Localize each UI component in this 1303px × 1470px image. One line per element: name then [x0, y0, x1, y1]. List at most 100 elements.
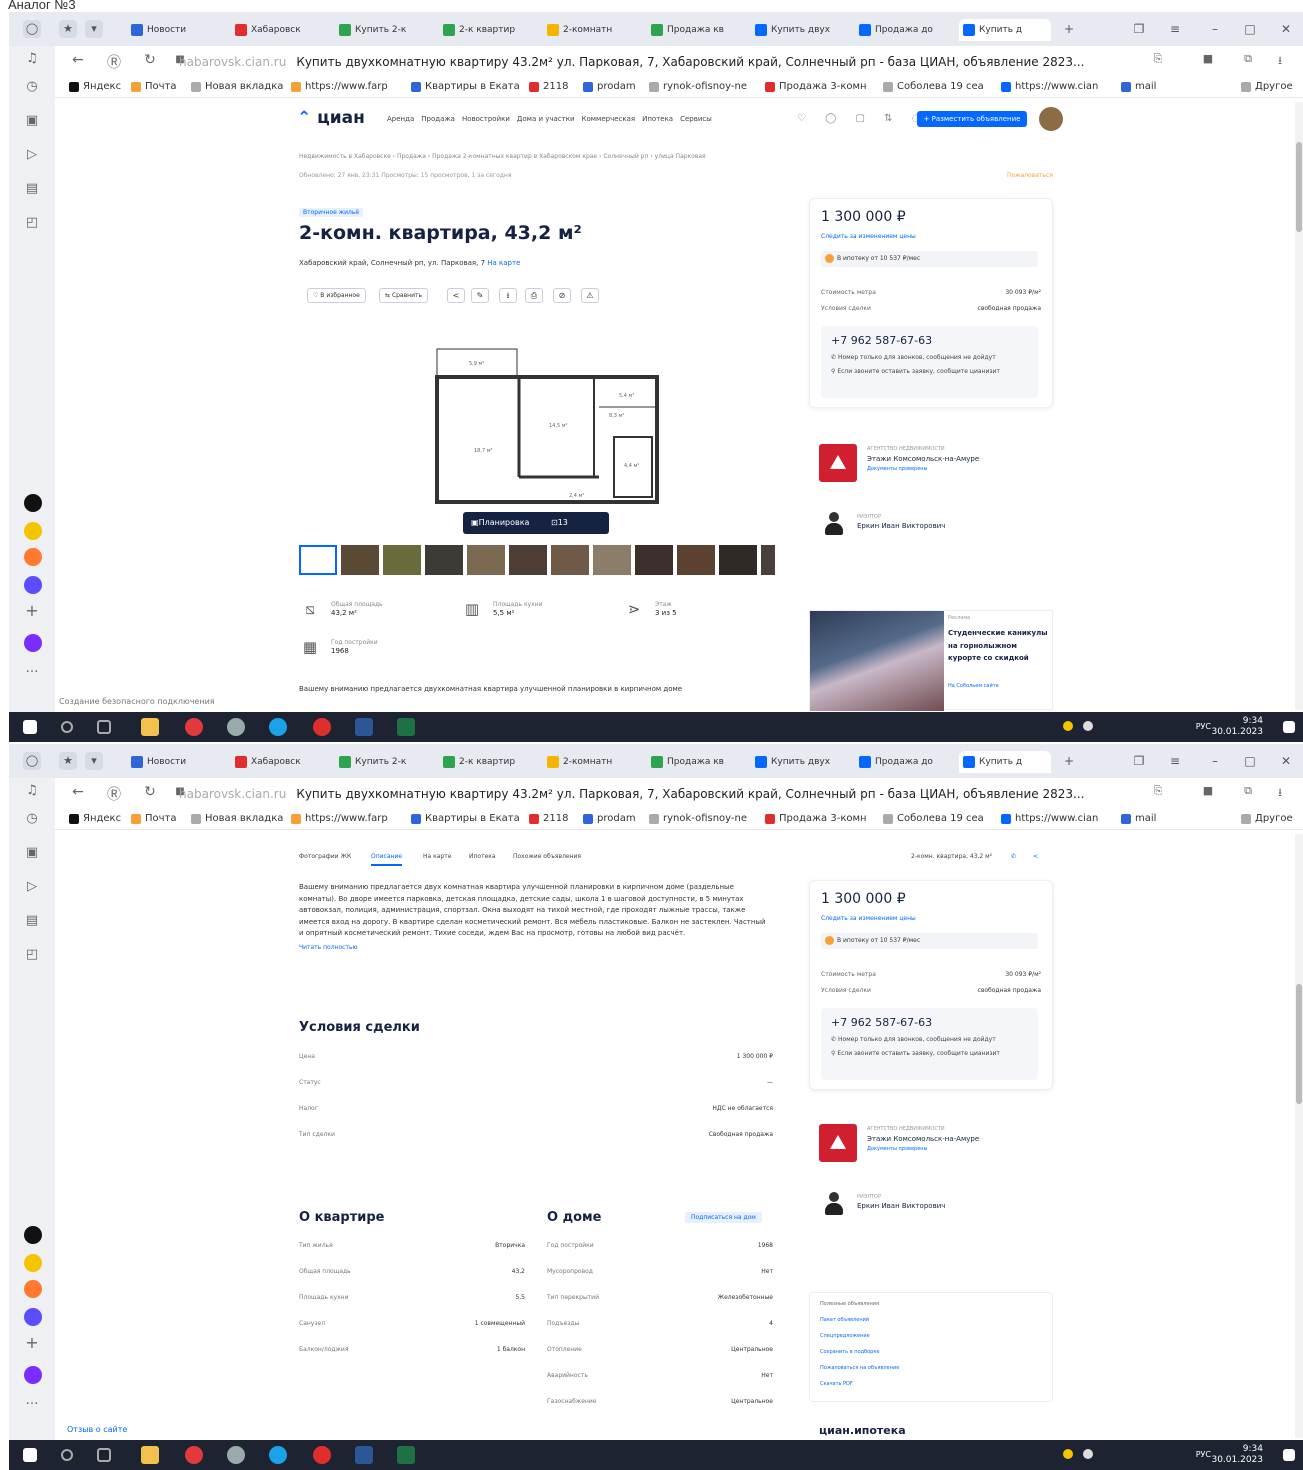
bookmark-item[interactable]: Почта	[131, 811, 177, 827]
thumb-photo[interactable]	[677, 545, 715, 575]
minimize-button[interactable]: –	[1204, 751, 1226, 771]
photos-tab[interactable]: ⊡ 13 фото	[551, 512, 579, 549]
play-icon[interactable]: ▷	[23, 878, 41, 896]
word-icon[interactable]	[355, 1446, 373, 1464]
app-icon[interactable]	[227, 718, 245, 736]
browser-tab[interactable]: Хабаровск	[231, 751, 323, 773]
breadcrumb[interactable]: Недвижимость в Хабаровске › Продажа › Пр…	[299, 153, 706, 160]
download-icon[interactable]: ⭳	[1271, 52, 1289, 71]
scrollbar[interactable]	[1295, 834, 1303, 1438]
bookmarks-window-icon[interactable]: ❐	[1128, 19, 1150, 39]
thumb-photo[interactable]	[509, 545, 547, 575]
scrollbar[interactable]	[1295, 102, 1303, 710]
edge-icon[interactable]	[269, 718, 287, 736]
bookmark-item[interactable]: mail	[1121, 811, 1156, 827]
edge-icon[interactable]	[269, 1446, 287, 1464]
download-icon[interactable]: ⭳	[1271, 784, 1289, 803]
tray-icon[interactable]	[1083, 721, 1093, 731]
yandex-browser-icon[interactable]	[185, 718, 203, 736]
collections-icon[interactable]: ▣	[23, 844, 41, 862]
reload-icon[interactable]: ↻	[141, 784, 159, 800]
price-watch-link[interactable]: Следить за изменением цены	[821, 915, 916, 922]
notifications-icon[interactable]: ♫	[23, 50, 41, 68]
app-icon-4[interactable]	[24, 1308, 42, 1326]
close-window-button[interactable]: ✕	[1275, 751, 1297, 771]
place-ad-button[interactable]: + Разместить объявление	[917, 111, 1027, 127]
phone-number[interactable]: +7 962 587-67-63	[831, 334, 932, 347]
more-icon[interactable]: …	[23, 1392, 41, 1410]
ad-banner[interactable]: Реклама Студенческие каникулы на горнолы…	[809, 610, 1053, 711]
tab-menu-icon[interactable]: ★	[59, 752, 77, 770]
header-icons[interactable]: ♡ ◯ ▢ ⇅ ◌	[797, 113, 928, 124]
quick-link[interactable]: Спецпредложение	[820, 1333, 870, 1339]
extensions-icon[interactable]: ⧉	[1239, 52, 1257, 66]
thumb-photo[interactable]	[383, 545, 421, 575]
tab-menu-icon[interactable]: ★	[59, 20, 77, 38]
browser-tab[interactable]: Продажа кв	[647, 19, 739, 41]
yandex-browser-icon[interactable]	[185, 1446, 203, 1464]
browser-tab[interactable]: Купить д	[959, 19, 1051, 41]
collections-icon[interactable]: ▣	[23, 112, 41, 130]
phone-box[interactable]: +7 962 587-67-63 ✆ Номер только для звон…	[821, 326, 1038, 398]
maximize-button[interactable]: □	[1239, 19, 1261, 39]
app-icon-3[interactable]	[24, 1280, 42, 1298]
profile-icon[interactable]: ◯	[23, 752, 41, 770]
reader-icon[interactable]: ⎘	[1149, 52, 1167, 66]
read-more-link[interactable]: Читать полностью	[299, 944, 358, 951]
menu-icon[interactable]: ≡	[1164, 19, 1186, 39]
browser-tab[interactable]: Купить д	[959, 751, 1051, 773]
agency-name[interactable]: Этажи Комсомольск-на-Амуре	[867, 1135, 979, 1143]
clock[interactable]: 9:34 30.01.2023	[1211, 1444, 1263, 1466]
bookmark-item[interactable]: Другое	[1241, 811, 1293, 827]
play-icon[interactable]: ▷	[23, 146, 41, 164]
thumb-photo[interactable]	[719, 545, 757, 575]
agent-name[interactable]: Еркин Иван Викторович	[857, 522, 945, 530]
download-pdf-icon[interactable]: ⭳	[499, 288, 517, 303]
bookmark-item[interactable]: https://www.cian	[1001, 79, 1098, 95]
search-icon[interactable]	[61, 1449, 73, 1461]
excel-icon[interactable]	[397, 1446, 415, 1464]
share-icon[interactable]: <	[1033, 853, 1038, 860]
task-view-icon[interactable]	[97, 720, 111, 734]
reload-icon[interactable]: ↻	[141, 52, 159, 68]
close-window-button[interactable]: ✕	[1275, 19, 1297, 39]
subnav-photos[interactable]: Фотографии ЖК	[299, 853, 351, 860]
quick-link[interactable]: Скачать PDF	[820, 1381, 853, 1387]
bookmark-item[interactable]: Квартиры в Еката	[411, 811, 520, 827]
app-icon-2[interactable]	[24, 1254, 42, 1272]
browser-tab[interactable]: 2-комнатн	[543, 19, 635, 41]
notes-icon[interactable]: ▤	[23, 912, 41, 930]
profile-icon[interactable]: ◯	[23, 20, 41, 38]
ad-text[interactable]: Студенческие каникулы на горнолыжном кур…	[948, 627, 1052, 665]
agency-name[interactable]: Этажи Комсомольск-на-Амуре	[867, 455, 979, 463]
avatar[interactable]	[1039, 107, 1063, 131]
thumb-photo[interactable]	[467, 545, 505, 575]
tray-icon[interactable]	[1063, 1449, 1073, 1459]
notifications-icon[interactable]	[1283, 721, 1295, 733]
site-nav-item[interactable]: Ипотека	[642, 115, 673, 123]
minimize-button[interactable]: –	[1204, 19, 1226, 39]
bookmark-item[interactable]: Квартиры в Еката	[411, 79, 520, 95]
thumb-photo[interactable]	[635, 545, 673, 575]
bookmark-item[interactable]: Продажа 3-комн	[765, 811, 867, 827]
bookmark-item[interactable]: 2118	[529, 811, 568, 827]
agency-card[interactable]: АГЕНТСТВО НЕДВИЖИМОСТИ Этажи Комсомольск…	[809, 1106, 1053, 1182]
quick-link[interactable]: Сохранить в подборке	[820, 1349, 879, 1355]
app-icon-4[interactable]	[24, 576, 42, 594]
notifications-icon[interactable]	[1283, 1449, 1295, 1461]
screenshot-icon[interactable]: ◰	[23, 214, 41, 232]
agency-card[interactable]: АГЕНТСТВО НЕДВИЖИМОСТИ Этажи Комсомольск…	[809, 426, 1053, 502]
thumb-photo[interactable]	[551, 545, 589, 575]
mortgage-offer[interactable]: В ипотеку от 10 537 ₽/мес	[821, 933, 1038, 949]
browser-tab[interactable]: Продажа до	[855, 751, 947, 773]
yandex-icon[interactable]	[313, 718, 331, 736]
bookmark-item[interactable]: Яндекс	[69, 79, 121, 95]
price-watch-link[interactable]: Следить за изменением цены	[821, 233, 916, 240]
yandex-icon[interactable]: Ⓡ	[105, 52, 123, 72]
report-icon[interactable]: ⚠	[581, 288, 599, 303]
word-icon[interactable]	[355, 718, 373, 736]
mortgage-offer[interactable]: В ипотеку от 10 537 ₽/мес	[821, 251, 1038, 267]
maximize-button[interactable]: □	[1239, 751, 1261, 771]
bookmark-icon[interactable]: ■	[1199, 784, 1217, 797]
app-icon[interactable]	[227, 1446, 245, 1464]
